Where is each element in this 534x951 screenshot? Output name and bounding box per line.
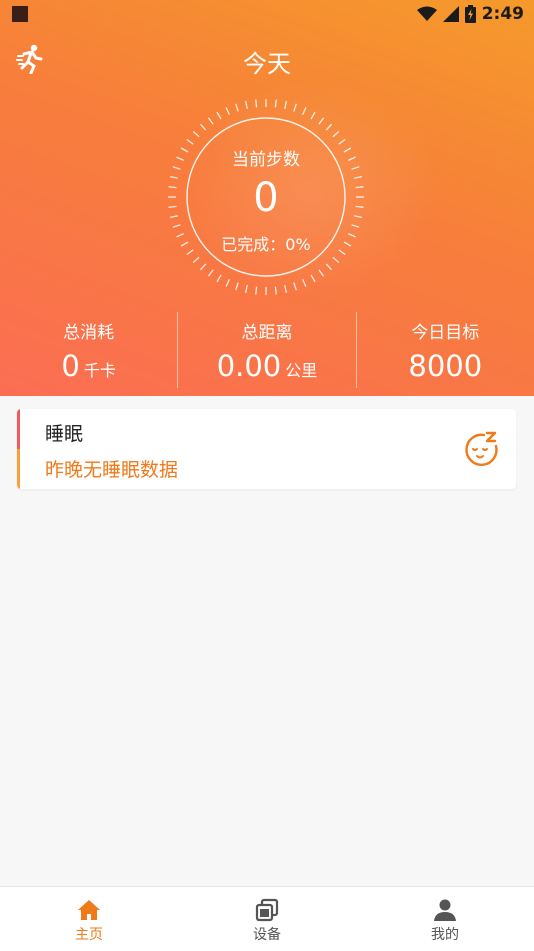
stat-value: 0.00 (216, 349, 282, 383)
step-value: 0 (253, 175, 279, 221)
stats-row: 总消耗 0 千卡 总距离 0.00 公里 今日目标 8000 (0, 312, 534, 388)
battery-icon (464, 5, 476, 23)
stat-value-group: 8000 (357, 349, 534, 383)
tab-label: 主页 (75, 927, 103, 943)
stat-value-group: 0 千卡 (0, 349, 177, 383)
tab-home[interactable]: 主页 (0, 887, 178, 951)
stat-value-group: 0.00 公里 (178, 349, 355, 383)
sleep-face-icon (465, 431, 498, 466)
device-icon (255, 898, 279, 922)
stat-value: 0 (61, 349, 80, 383)
notification-icon (12, 6, 28, 22)
header-banner: 2:49 今天 当前步数 0 已完成：0% 总消耗 0 千卡 总距离 0.00 … (0, 0, 534, 396)
completion-text: 已完成：0% (221, 235, 311, 254)
person-icon (434, 899, 456, 921)
status-indicators: 2:49 (416, 3, 524, 25)
stat-calories: 总消耗 0 千卡 (0, 312, 177, 388)
tab-device[interactable]: 设备 (178, 887, 356, 951)
page-title: 今天 (243, 50, 291, 78)
stat-unit: 公里 (285, 361, 318, 380)
status-time: 2:49 (481, 4, 524, 24)
cell-signal-icon (442, 6, 459, 22)
stat-label: 今日目标 (411, 323, 480, 343)
tab-profile[interactable]: 我的 (356, 887, 534, 951)
step-label: 当前步数 (232, 150, 300, 170)
sleep-card[interactable]: 睡眠 昨晚无睡眠数据 (17, 409, 516, 489)
sleep-title: 睡眠 (45, 423, 84, 445)
home-icon (78, 900, 100, 920)
status-bar: 2:49 (0, 0, 534, 28)
top-nav: 今天 (0, 40, 534, 80)
stat-unit: 千卡 (83, 361, 116, 380)
stat-goal[interactable]: 今日目标 8000 (355, 312, 534, 388)
stat-label: 总距离 (241, 323, 293, 343)
tab-label: 设备 (253, 927, 281, 943)
tab-label: 我的 (431, 927, 459, 943)
stat-label: 总消耗 (63, 323, 115, 343)
bottom-tab-bar: 主页 设备 我的 (0, 886, 534, 951)
stat-value: 8000 (408, 349, 483, 383)
stat-distance: 总距离 0.00 公里 (177, 312, 355, 388)
sleep-subtitle: 昨晚无睡眠数据 (45, 459, 179, 481)
wifi-icon (416, 6, 437, 21)
accent-bar-top (17, 409, 20, 449)
accent-bar-bottom (17, 449, 20, 489)
step-counter: 当前步数 0 已完成：0% (166, 97, 366, 297)
